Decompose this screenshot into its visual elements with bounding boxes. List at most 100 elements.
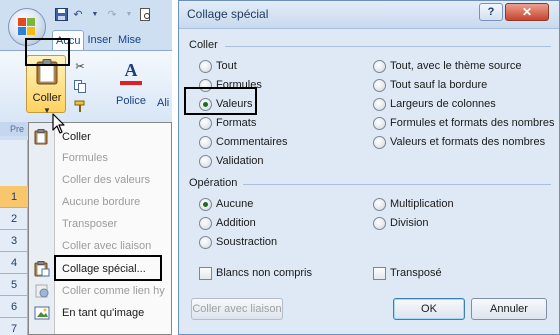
tab-insertion[interactable]: Inser (84, 30, 114, 50)
operation-radio-label: Multiplication (390, 198, 454, 210)
row-header[interactable]: 4 (0, 252, 28, 274)
row-header[interactable]: 7 (0, 318, 28, 335)
close-button[interactable]: ✕ (505, 3, 549, 21)
row-header[interactable]: 3 (0, 230, 28, 252)
paste-option-radio-label: Formules et formats des nombres (390, 117, 555, 129)
radio-circle (199, 116, 212, 130)
paste-menu-item-label: En tant qu'image (62, 307, 145, 319)
radio-circle (199, 59, 212, 73)
paste-menu-item-label: Coller des valeurs (62, 174, 151, 186)
paste-option-radio-label: Tout, avec le thème source (390, 60, 522, 72)
checkbox-box (373, 266, 386, 280)
paste-option-radio-label: Commentaires (216, 136, 288, 148)
font-button[interactable]: A Police (112, 59, 150, 111)
row-header[interactable]: 5 (0, 274, 28, 296)
row-header[interactable]: 1 (0, 186, 28, 208)
operation-radio-label: Division (390, 217, 429, 229)
radio-circle (199, 235, 212, 249)
chevron-down-icon: ▼ (43, 106, 51, 115)
paste-option-radio[interactable]: Validation (199, 153, 264, 169)
dropdown-arrow-icon[interactable]: ▼ (122, 7, 136, 21)
operation-radio-label: Aucune (216, 198, 254, 210)
transpose-checkbox[interactable]: Transposé (373, 265, 442, 281)
operation-radio[interactable]: Soustraction (199, 234, 277, 250)
radio-circle (199, 197, 212, 211)
row-headers: 1234567 (0, 140, 28, 335)
operation-radio-label: Soustraction (216, 236, 278, 248)
paste-special-icon (34, 261, 50, 277)
operation-radio[interactable]: Aucune (199, 196, 253, 212)
copy-icon[interactable] (72, 79, 88, 93)
mouse-cursor-icon (52, 113, 65, 134)
collage-special-highlight (54, 255, 162, 281)
paste-menu-item-label: Coller (62, 131, 91, 143)
paste-menu-item-label: Transposer (62, 218, 118, 230)
paste-option-radio-label: Largeurs de colonnes (390, 98, 496, 110)
row-header[interactable]: 2 (0, 208, 28, 230)
paste-menu-item-label: Aucune bordure (62, 196, 141, 208)
collage-special-dialog: Collage spécial ? ✕ Coller Opération Bla… (178, 0, 560, 335)
operation-radio[interactable]: Division (373, 215, 429, 231)
operation-radio[interactable]: Addition (199, 215, 256, 231)
paste-menu-item[interactable]: Transposer (29, 213, 172, 235)
excel-window: ↶ ▼ ↷ ▼ Accu Inser Mise Coller ▼ ✂ A Pol… (0, 0, 172, 335)
paste-option-radio-label: Formats (216, 117, 257, 129)
paste-option-radio[interactable]: Largeurs de colonnes (373, 96, 496, 112)
paste-link-button[interactable]: Coller avec liaison (191, 298, 283, 320)
paste-option-radio-label: Tout sauf la bordure (390, 79, 488, 91)
row-header[interactable]: 6 (0, 296, 28, 318)
cancel-button[interactable]: Annuler (471, 298, 547, 320)
paste-option-radio[interactable]: Commentaires (199, 134, 288, 150)
operation-radio[interactable]: Multiplication (373, 196, 454, 212)
checkbox-box (199, 266, 212, 280)
paste-option-radio[interactable]: Formats (199, 115, 256, 131)
quick-access-toolbar: ↶ ▼ ↷ ▼ (54, 5, 153, 23)
radio-circle (373, 135, 386, 149)
alignment-label: Ali (157, 97, 170, 109)
paste-option-radio[interactable]: Valeurs et formats des nombres (373, 134, 545, 150)
cut-icon[interactable]: ✂ (72, 59, 88, 73)
radio-circle (199, 135, 212, 149)
dropdown-arrow-icon[interactable]: ▼ (88, 7, 102, 21)
paste-option-radio[interactable]: Tout sauf la bordure (373, 77, 487, 93)
format-painter-icon[interactable] (72, 99, 88, 113)
paste-menu-item[interactable]: Coller comme lien hy (29, 280, 172, 302)
paste-menu-item[interactable]: Formules (29, 147, 172, 169)
operation-radio-label: Addition (216, 217, 256, 229)
paste-option-radio[interactable]: Tout, avec le thème source (373, 58, 521, 74)
dialog-titlebar[interactable]: Collage spécial ? ✕ (179, 1, 559, 29)
paste-label: Coller (32, 92, 62, 104)
save-icon[interactable] (54, 7, 68, 21)
paste-option-radio-label: Tout (216, 60, 237, 72)
radio-circle (373, 78, 386, 92)
valeurs-highlight (184, 87, 257, 115)
paste-menu-item[interactable]: Coller (29, 126, 172, 148)
paste-menu-item[interactable]: Coller des valeurs (29, 169, 172, 191)
print-preview-icon[interactable] (139, 7, 153, 21)
paste-menu-item[interactable]: En tant qu'image (29, 302, 172, 324)
undo-icon[interactable]: ↶ (71, 7, 85, 21)
paste-option-radio-label: Validation (216, 155, 264, 167)
font-color-bar (120, 81, 142, 85)
paste-menu-item[interactable]: Aucune bordure (29, 191, 172, 213)
transpose-label: Transposé (390, 267, 442, 279)
paste-button-highlight (25, 38, 70, 66)
paste-menu-item-label: Formules (62, 152, 108, 164)
help-button[interactable]: ? (479, 3, 503, 21)
radio-circle (199, 154, 212, 168)
redo-icon[interactable]: ↷ (105, 7, 119, 21)
ok-button[interactable]: OK (393, 298, 465, 320)
paste-option-radio-label: Valeurs et formats des nombres (390, 136, 546, 148)
office-logo-icon (18, 18, 36, 36)
paste-option-radio[interactable]: Formules et formats des nombres (373, 115, 554, 131)
skip-blanks-checkbox[interactable]: Blancs non compris (199, 265, 312, 281)
radio-circle (373, 59, 386, 73)
paste-menu-item-label: Coller avec liaison (62, 240, 152, 252)
picture-icon (34, 305, 50, 321)
tab-mise-en-page[interactable]: Mise (115, 30, 144, 50)
paste-icon (34, 129, 50, 145)
paste-option-radio[interactable]: Tout (199, 58, 237, 74)
radio-circle (373, 97, 386, 111)
paste-menu-item[interactable]: Coller avec liaison (29, 235, 172, 257)
radio-circle (199, 216, 212, 230)
